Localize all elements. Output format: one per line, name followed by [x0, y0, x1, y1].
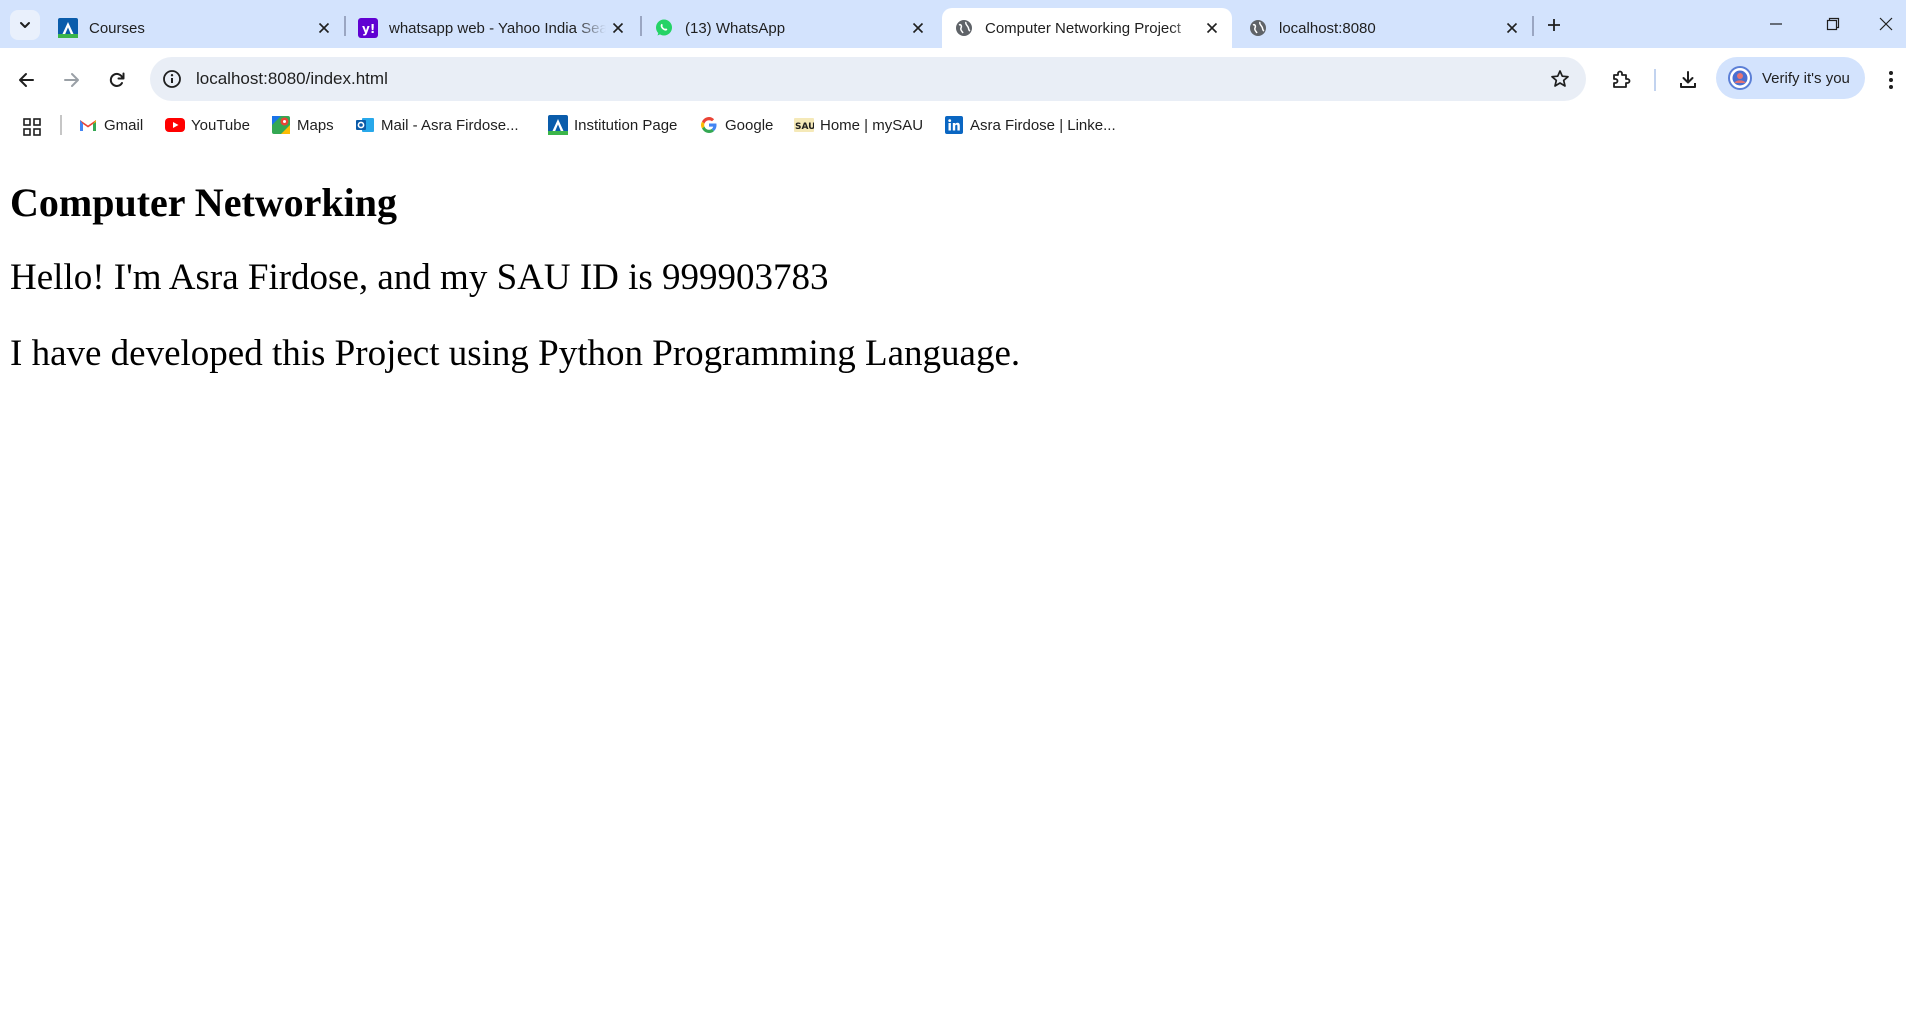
bookmark-label: Gmail: [104, 116, 144, 134]
extensions-button[interactable]: [1603, 62, 1639, 98]
bookmarks-separator: [60, 115, 62, 135]
svg-text:SAU: SAU: [795, 122, 814, 132]
tab-title: Courses: [89, 19, 145, 37]
google-icon: [699, 115, 719, 135]
yahoo-logo-icon: y!: [358, 18, 378, 38]
bookmark-institution-page[interactable]: Institution Page: [548, 112, 677, 138]
minimize-button[interactable]: [1752, 6, 1800, 42]
tab-separator: [1532, 16, 1534, 36]
close-tab-icon[interactable]: [312, 16, 336, 40]
plus-icon: [1546, 17, 1562, 33]
bookmark-label: Maps: [297, 116, 334, 134]
close-tab-icon[interactable]: [906, 16, 930, 40]
close-tab-icon[interactable]: [1500, 16, 1524, 40]
arrow-left-icon: [17, 70, 37, 90]
bookmarks-bar: Gmail YouTube Maps Mail - Asra Firdose..…: [0, 112, 1906, 138]
bookmark-label: Asra Firdose | Linke...: [970, 116, 1116, 134]
page-content: Computer Networking Hello! I'm Asra Fird…: [0, 138, 1906, 1017]
bookmark-youtube[interactable]: YouTube: [165, 112, 250, 138]
bookmark-label: Home | mySAU: [820, 116, 924, 134]
tab-whatsapp[interactable]: (13) WhatsApp: [642, 8, 938, 48]
tab-yahoo-search[interactable]: y! whatsapp web - Yahoo India Search Res…: [346, 8, 638, 48]
restore-icon: [1826, 17, 1840, 31]
more-vertical-icon: [1888, 70, 1894, 90]
forward-button[interactable]: [53, 62, 89, 98]
profile-avatar-icon: [1728, 66, 1752, 90]
verify-label: Verify it's you: [1762, 69, 1850, 87]
bookmark-maps[interactable]: Maps: [271, 112, 334, 138]
reload-button[interactable]: [99, 62, 135, 98]
description-paragraph: I have developed this Project using Pyth…: [10, 333, 1021, 374]
restore-button[interactable]: [1809, 6, 1857, 42]
svg-text:y!: y!: [362, 22, 375, 36]
tab-courses[interactable]: Courses: [46, 8, 344, 48]
bookmark-label: Google: [725, 116, 774, 134]
minimize-icon: [1769, 17, 1783, 31]
sau-logo-icon: SAU: [794, 115, 814, 135]
arrow-right-icon: [61, 70, 81, 90]
maps-icon: [271, 115, 291, 135]
tab-title: Computer Networking Project: [985, 19, 1181, 37]
apps-grid-icon[interactable]: [22, 117, 42, 137]
bookmark-label: YouTube: [191, 116, 250, 134]
chevron-down-icon: [18, 18, 32, 32]
site-info-icon[interactable]: [160, 67, 184, 91]
globe-icon: [1248, 18, 1268, 38]
bookmark-star-icon[interactable]: [1546, 65, 1574, 93]
tab-localhost[interactable]: localhost:8080: [1236, 8, 1532, 48]
verify-identity-button[interactable]: Verify it's you: [1716, 57, 1865, 99]
intro-paragraph: Hello! I'm Asra Firdose, and my SAU ID i…: [10, 257, 829, 298]
downloads-button[interactable]: [1670, 62, 1706, 98]
canvas-logo-icon: [58, 18, 78, 38]
reload-icon: [107, 70, 127, 90]
globe-icon: [954, 18, 974, 38]
youtube-icon: [165, 115, 185, 135]
bookmark-google[interactable]: Google: [699, 112, 773, 138]
close-icon: [1879, 17, 1893, 31]
browser-toolbar: localhost:8080/index.html Verify it's yo…: [0, 48, 1906, 112]
tab-title: localhost:8080: [1279, 19, 1376, 37]
toolbar-separator: [1654, 69, 1656, 91]
puzzle-piece-icon: [1610, 69, 1632, 91]
tab-search-button[interactable]: [10, 10, 40, 40]
outlook-icon: [355, 115, 375, 135]
bookmark-linkedin[interactable]: Asra Firdose | Linke...: [944, 112, 1116, 138]
tab-title: (13) WhatsApp: [685, 19, 786, 37]
whatsapp-logo-icon: [654, 18, 674, 38]
address-bar[interactable]: localhost:8080/index.html: [150, 57, 1586, 101]
bookmark-gmail[interactable]: Gmail: [78, 112, 143, 138]
browser-menu-button[interactable]: [1876, 62, 1906, 98]
url-text[interactable]: localhost:8080/index.html: [196, 57, 388, 101]
close-window-button[interactable]: [1866, 6, 1906, 42]
bookmark-mysau[interactable]: SAU Home | mySAU: [794, 112, 923, 138]
bookmark-label: Institution Page: [574, 116, 678, 134]
download-icon: [1677, 69, 1699, 91]
back-button[interactable]: [9, 62, 45, 98]
tab-title: whatsapp web - Yahoo India Search Result…: [389, 19, 606, 37]
canvas-logo-icon: [548, 115, 568, 135]
new-tab-button[interactable]: [1540, 11, 1568, 39]
bookmark-outlook-mail[interactable]: Mail - Asra Firdose...: [355, 112, 519, 138]
bookmark-label: Mail - Asra Firdose...: [381, 116, 519, 134]
gmail-icon: [78, 115, 98, 135]
close-tab-icon[interactable]: [1200, 16, 1224, 40]
page-heading: Computer Networking: [10, 180, 398, 225]
tab-strip: Courses y! whatsapp web - Yahoo India Se…: [0, 0, 1906, 48]
close-tab-icon[interactable]: [606, 16, 630, 40]
linkedin-icon: [944, 115, 964, 135]
tab-computer-networking-project[interactable]: Computer Networking Project: [942, 8, 1232, 48]
